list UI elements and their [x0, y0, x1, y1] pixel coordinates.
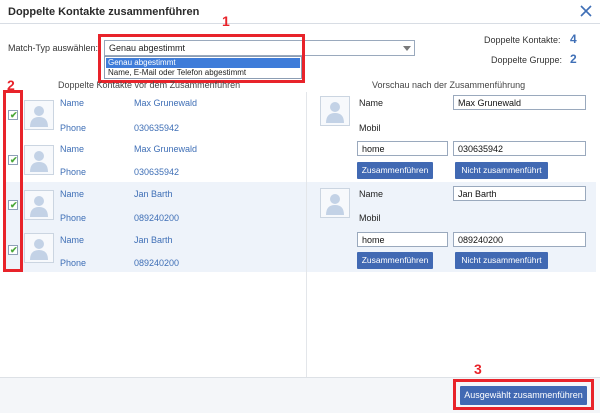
dialog-title: Doppelte Kontakte zusammenführen [8, 6, 200, 18]
preview-name-input[interactable]: Max Grunewald [453, 95, 586, 110]
contact-name-label: Name [60, 98, 85, 108]
preview-phone-type-input[interactable]: home [357, 141, 448, 156]
contact-name: Jan Barth [134, 235, 173, 245]
person-icon [30, 239, 48, 260]
annotation-box-3 [453, 379, 594, 410]
close-icon[interactable] [578, 3, 594, 19]
annotation-box-1 [98, 34, 305, 83]
contact-phone-label: Phone [60, 258, 87, 268]
annotation-box-2 [3, 90, 23, 272]
preview-name-label: Name [359, 98, 384, 108]
contact-name-label: Name [60, 189, 85, 199]
contact-name: Max Grunewald [134, 98, 198, 108]
preview-name-label: Name [359, 189, 384, 199]
column-header-before: Doppelte Kontakte vor dem Zusammenführen [58, 80, 241, 90]
preview-phone-input[interactable]: 089240200 [453, 232, 586, 247]
duplicate-contacts-label: Doppelte Kontakte: [484, 35, 561, 45]
merge-button[interactable]: Zusammenführen [357, 252, 433, 269]
contact-phone-label: Phone [60, 123, 87, 133]
annotation-number-1: 1 [222, 13, 230, 29]
person-icon [30, 106, 48, 127]
contact-phone: 089240200 [134, 258, 180, 268]
contact-name-label: Name [60, 144, 85, 154]
contact-name: Jan Barth [134, 189, 173, 199]
contact-name: Max Grunewald [134, 144, 198, 154]
avatar [24, 190, 54, 220]
avatar [24, 100, 54, 130]
duplicate-groups-label: Doppelte Gruppe: [491, 55, 563, 65]
contact-phone-label: Phone [60, 213, 87, 223]
avatar [24, 145, 54, 175]
contact-phone-label: Phone [60, 167, 87, 177]
preview-phone-input[interactable]: 030635942 [453, 141, 586, 156]
person-icon [326, 194, 344, 215]
footer-divider [0, 377, 600, 378]
annotation-number-3: 3 [474, 361, 482, 377]
merge-button[interactable]: Zusammenführen [357, 162, 433, 179]
preview-mobile-label: Mobil [359, 123, 381, 133]
no-merge-button[interactable]: Nicht zusammenführt [455, 162, 548, 179]
person-icon [30, 151, 48, 172]
preview-phone-type-input[interactable]: home [357, 232, 448, 247]
column-header-preview: Vorschau nach der Zusammenführung [372, 80, 526, 90]
preview-mobile-label: Mobil [359, 213, 381, 223]
person-icon [326, 102, 344, 123]
column-divider [306, 92, 307, 377]
preview-name-input[interactable]: Jan Barth [453, 186, 586, 201]
avatar [320, 96, 350, 126]
contact-phone: 030635942 [134, 123, 180, 133]
duplicate-contacts-count: 4 [570, 32, 577, 46]
contact-phone: 089240200 [134, 213, 180, 223]
match-type-label: Match-Typ auswählen: [8, 43, 99, 53]
avatar [320, 188, 350, 218]
avatar [24, 233, 54, 263]
chevron-down-icon[interactable] [403, 46, 411, 51]
contact-phone: 030635942 [134, 167, 180, 177]
person-icon [30, 196, 48, 217]
no-merge-button[interactable]: Nicht zusammenführt [455, 252, 548, 269]
contact-name-label: Name [60, 235, 85, 245]
duplicate-groups-count: 2 [570, 52, 577, 66]
